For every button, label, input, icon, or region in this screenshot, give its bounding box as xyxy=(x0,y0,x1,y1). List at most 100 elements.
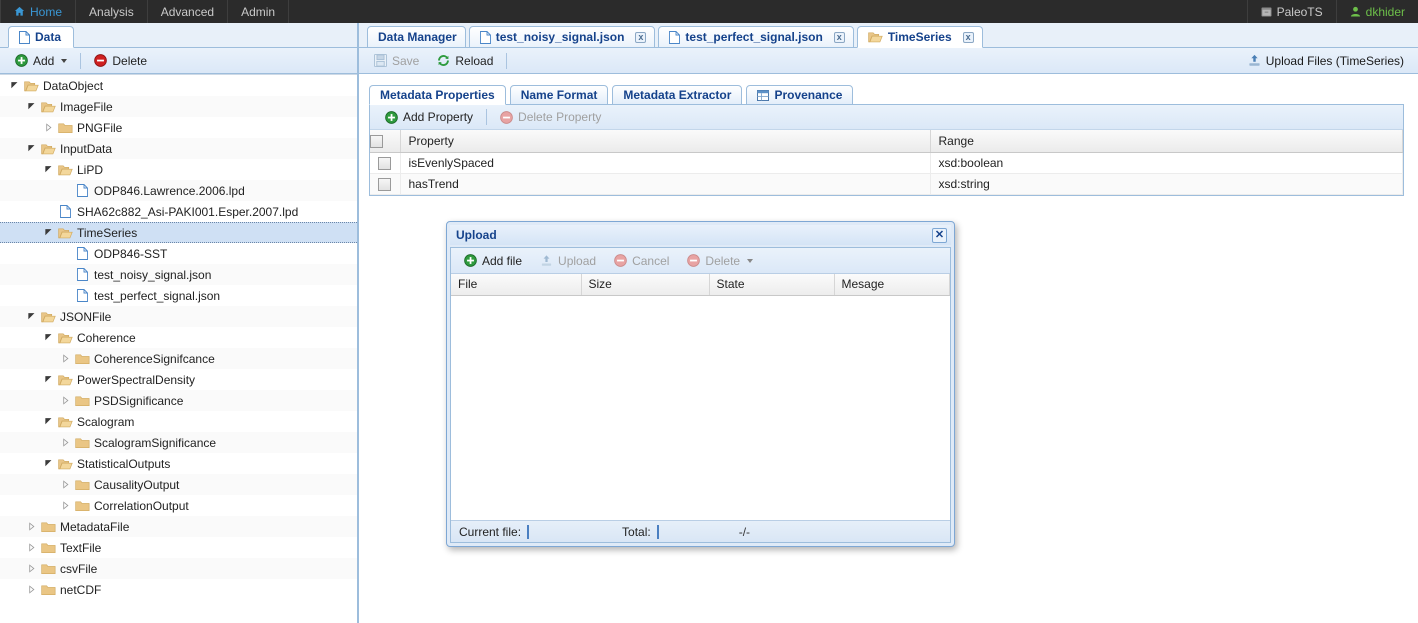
twisty-collapsed-icon[interactable] xyxy=(57,438,73,447)
delete-file-button[interactable]: Delete xyxy=(678,251,762,271)
delete-button[interactable]: Delete xyxy=(85,51,156,71)
twisty-collapsed-icon[interactable] xyxy=(23,543,39,552)
twisty-expanded-icon[interactable] xyxy=(40,375,56,384)
tree-node-lipd[interactable]: LiPD xyxy=(0,159,357,180)
table-row[interactable]: hasTrend xsd:string xyxy=(370,173,1403,195)
select-all-checkbox[interactable] xyxy=(370,134,383,148)
tree-node-correlationoutput[interactable]: CorrelationOutput xyxy=(0,495,357,516)
tree-node-odp846-sst[interactable]: ODP846-SST xyxy=(0,243,357,264)
editor-tab-test-noisy-signal-json[interactable]: test_noisy_signal.json x xyxy=(468,26,656,48)
tree-node-sha62c882-asi-paki001-esper-2007-lpd[interactable]: SHA62c882_Asi-PAKI001.Esper.2007.lpd xyxy=(0,201,357,222)
data-object-tree[interactable]: DataObject ImageFile PNGFile InputData LiPD O… xyxy=(0,74,357,623)
upload-dialog-titlebar[interactable]: Upload ✕ xyxy=(450,225,951,245)
subtab-metadata-properties[interactable]: Metadata Properties xyxy=(369,85,506,105)
tree-node-netcdf[interactable]: netCDF xyxy=(0,579,357,600)
row-checkbox[interactable] xyxy=(378,156,392,170)
tree-node-powerspectraldensity[interactable]: PowerSpectralDensity xyxy=(0,369,357,390)
nav-item-project[interactable]: PaleoTS xyxy=(1246,0,1336,23)
twisty-expanded-icon[interactable] xyxy=(6,81,22,90)
column-header-size[interactable]: Size xyxy=(581,274,710,296)
column-header-state[interactable]: State xyxy=(709,274,835,296)
folder-icon xyxy=(73,500,91,512)
row-select-cell[interactable] xyxy=(370,173,401,195)
twisty-expanded-icon[interactable] xyxy=(40,165,56,174)
tree-node-psdsignificance[interactable]: PSDSignificance xyxy=(0,390,357,411)
chevron-down-icon[interactable] xyxy=(747,258,754,263)
delete-property-button[interactable]: Delete Property xyxy=(491,107,610,127)
left-panel: Data Add Delete DataObject ImageFile PNGFi… xyxy=(0,23,358,623)
reload-button[interactable]: Reload xyxy=(428,51,502,71)
table-row[interactable]: isEvenlySpaced xsd:boolean xyxy=(370,152,1403,174)
tree-node-test-perfect-signal-json[interactable]: test_perfect_signal.json xyxy=(0,285,357,306)
tree-node-pngfile[interactable]: PNGFile xyxy=(0,117,357,138)
tree-node-test-noisy-signal-json[interactable]: test_noisy_signal.json xyxy=(0,264,357,285)
column-header-file[interactable]: File xyxy=(451,274,582,296)
close-icon[interactable]: x xyxy=(635,31,647,43)
add-file-button[interactable]: Add file xyxy=(455,251,531,271)
subtab-metadata-extractor[interactable]: Metadata Extractor xyxy=(612,85,743,105)
row-checkbox[interactable] xyxy=(378,177,392,191)
twisty-expanded-icon[interactable] xyxy=(40,459,56,468)
upload-file-list[interactable] xyxy=(451,295,950,520)
column-header-range[interactable]: Range xyxy=(930,130,1403,153)
tree-node-timeseries[interactable]: TimeSeries xyxy=(0,222,357,243)
upload-files-link[interactable]: Upload Files (TimeSeries) xyxy=(1248,54,1412,68)
tree-node-inputdata[interactable]: InputData xyxy=(0,138,357,159)
tree-node-coherencesignifcance[interactable]: CoherenceSignifcance xyxy=(0,348,357,369)
tree-node-label: MetadataFile xyxy=(60,519,130,534)
tab-data[interactable]: Data xyxy=(8,26,75,48)
twisty-expanded-icon[interactable] xyxy=(40,228,56,237)
twisty-collapsed-icon[interactable] xyxy=(23,585,39,594)
tree-node-scalogram[interactable]: Scalogram xyxy=(0,411,357,432)
add-button[interactable]: Add xyxy=(6,51,76,71)
twisty-collapsed-icon[interactable] xyxy=(40,123,56,132)
twisty-collapsed-icon[interactable] xyxy=(23,564,39,573)
tree-node-causalityoutput[interactable]: CausalityOutput xyxy=(0,474,357,495)
twisty-expanded-icon[interactable] xyxy=(23,102,39,111)
column-header-property[interactable]: Property xyxy=(400,130,931,153)
twisty-collapsed-icon[interactable] xyxy=(57,501,73,510)
twisty-collapsed-icon[interactable] xyxy=(57,396,73,405)
select-all-header[interactable] xyxy=(370,130,401,153)
upload-ratio: -/- xyxy=(738,524,751,539)
subtab-provenance[interactable]: Provenance xyxy=(746,85,854,105)
twisty-expanded-icon[interactable] xyxy=(40,417,56,426)
column-header-mesage[interactable]: Mesage xyxy=(834,274,950,296)
tree-node-coherence[interactable]: Coherence xyxy=(0,327,357,348)
nav-item-analysis[interactable]: Analysis xyxy=(76,0,148,23)
save-button[interactable]: Save xyxy=(365,51,428,71)
tree-node-dataobject[interactable]: DataObject xyxy=(0,75,357,96)
cancel-button[interactable]: Cancel xyxy=(605,251,678,271)
close-icon[interactable]: ✕ xyxy=(932,227,947,243)
twisty-collapsed-icon[interactable] xyxy=(57,480,73,489)
upload-button[interactable]: Upload xyxy=(531,251,605,271)
editor-tab-test-perfect-signal-json[interactable]: test_perfect_signal.json x xyxy=(658,26,854,48)
add-property-button[interactable]: Add Property xyxy=(376,107,482,127)
tree-node-odp846-lawrence-2006-lpd[interactable]: ODP846.Lawrence.2006.lpd xyxy=(0,180,357,201)
tree-node-jsonfile[interactable]: JSONFile xyxy=(0,306,357,327)
twisty-collapsed-icon[interactable] xyxy=(23,522,39,531)
nav-item-home[interactable]: Home xyxy=(0,0,77,23)
tree-node-statisticaloutputs[interactable]: StatisticalOutputs xyxy=(0,453,357,474)
editor-tab-data-manager[interactable]: Data Manager xyxy=(367,26,466,48)
close-icon[interactable]: x xyxy=(833,31,845,43)
tree-node-csvfile[interactable]: csvFile xyxy=(0,558,357,579)
editor-tab-label: Data Manager xyxy=(378,30,457,44)
row-select-cell[interactable] xyxy=(370,152,401,174)
tree-node-textfile[interactable]: TextFile xyxy=(0,537,357,558)
twisty-expanded-icon[interactable] xyxy=(23,144,39,153)
folder-icon xyxy=(39,542,57,554)
file-icon xyxy=(669,30,681,44)
subtab-name-format[interactable]: Name Format xyxy=(509,85,609,105)
tree-node-metadatafile[interactable]: MetadataFile xyxy=(0,516,357,537)
close-icon[interactable]: x xyxy=(962,31,974,43)
tree-node-scalogramsignificance[interactable]: ScalogramSignificance xyxy=(0,432,357,453)
nav-item-user[interactable]: dkhider xyxy=(1335,0,1418,23)
nav-item-advanced[interactable]: Advanced xyxy=(148,0,229,23)
twisty-expanded-icon[interactable] xyxy=(40,333,56,342)
tree-node-imagefile[interactable]: ImageFile xyxy=(0,96,357,117)
twisty-collapsed-icon[interactable] xyxy=(57,354,73,363)
editor-tab-timeseries[interactable]: TimeSeries x xyxy=(856,26,983,48)
nav-item-admin[interactable]: Admin xyxy=(228,0,290,23)
twisty-expanded-icon[interactable] xyxy=(23,312,39,321)
